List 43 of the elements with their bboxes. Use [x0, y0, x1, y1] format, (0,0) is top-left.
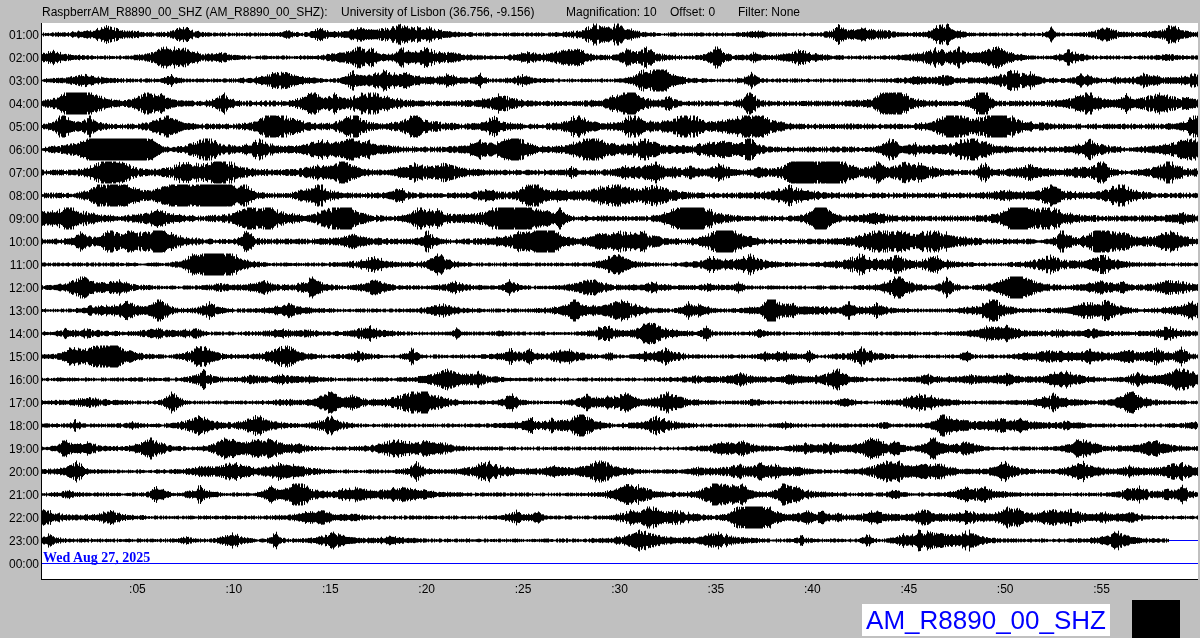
time-tick-label: :20 [418, 583, 435, 596]
hour-label: 19:00 [8, 442, 39, 455]
magnification-text: Magnification: 10 [566, 3, 658, 21]
location-text: University of Lisbon (36.756, -9.156) [341, 3, 536, 21]
time-tick-label: :05 [129, 583, 146, 596]
hour-label: 01:00 [8, 28, 39, 41]
date-label: Wed Aug 27, 2025 [43, 551, 151, 566]
hour-label: 18:00 [8, 419, 39, 432]
hour-label: 14:00 [8, 327, 39, 340]
hour-label: 20:00 [8, 465, 39, 478]
hour-label: 11:00 [9, 258, 39, 271]
hour-label: 15:00 [8, 350, 39, 363]
hour-label: 23:00 [8, 534, 39, 547]
time-tick-label: :40 [804, 583, 821, 596]
hour-label: 12:00 [8, 281, 39, 294]
hour-label: 21:00 [8, 488, 39, 501]
hour-label: 03:00 [8, 74, 39, 87]
station-name: RaspberrAM_R8890_00_SHZ (AM_R8890_00_SHZ): [42, 3, 329, 21]
time-tick-label: :35 [707, 583, 725, 596]
time-tick-label: :10 [225, 583, 243, 596]
filter-text: Filter: None [738, 3, 801, 21]
hour-label: 06:00 [8, 143, 39, 156]
hour-label: 22:00 [8, 511, 39, 524]
time-tick-label: :50 [996, 583, 1014, 596]
hour-label: 00:00 [8, 557, 39, 570]
hour-label: 09:00 [8, 212, 39, 225]
time-tick-label: :45 [900, 583, 918, 596]
hour-label: 07:00 [8, 166, 39, 179]
offset-text: Offset: 0 [670, 3, 717, 21]
time-tick-label: :55 [1093, 583, 1110, 596]
hour-label: 17:00 [8, 396, 39, 409]
hour-label: 05:00 [8, 120, 39, 133]
time-tick-label: :30 [611, 583, 628, 596]
hour-label: 13:00 [8, 304, 39, 317]
time-tick-label: :15 [321, 583, 339, 596]
hour-label: 02:00 [8, 51, 39, 64]
hour-label: 16:00 [8, 373, 39, 386]
station-label: AM_R8890_00_SHZ [862, 604, 1110, 636]
hour-label: 10:00 [8, 235, 39, 248]
time-tick-label: :25 [514, 583, 532, 596]
trace-swatch [1132, 600, 1180, 638]
hour-label: 04:00 [8, 97, 39, 110]
hour-label: 08:00 [8, 189, 39, 202]
